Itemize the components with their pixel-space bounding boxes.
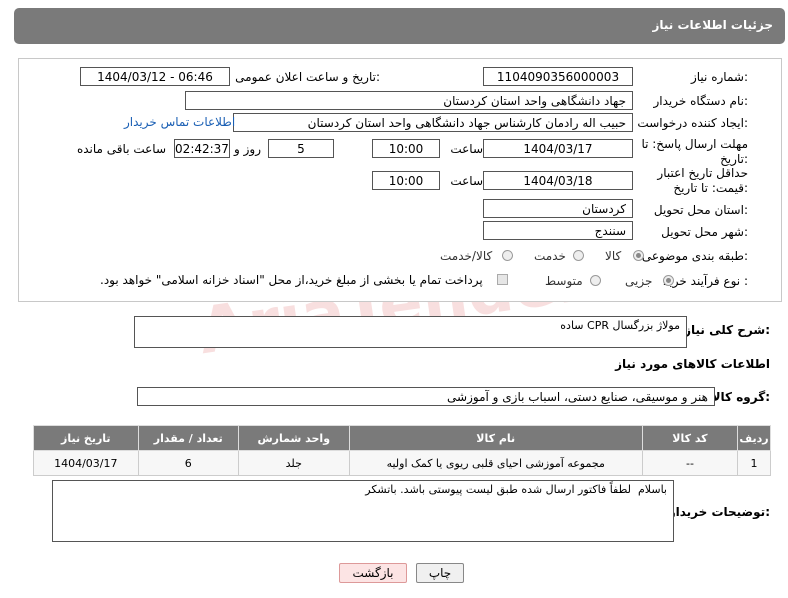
min-price-date-field[interactable]: 1404/03/18 [483, 171, 633, 190]
creator-label: ایجاد کننده درخواست: [637, 116, 748, 130]
need-number-label: شماره نیاز: [690, 70, 748, 84]
table-row[interactable]: 1 -- مجموعه آموزشی احیای قلبی ریوی یا کم… [33, 450, 771, 476]
province-field[interactable]: کردستان [483, 199, 633, 218]
min-price-label: حداقل تاریخ اعتبار قیمت: تا تاریخ: [657, 166, 748, 195]
process-medium-label: متوسط [545, 274, 583, 288]
cell-qty: 6 [137, 450, 240, 476]
print-button[interactable]: چاپ [416, 563, 464, 583]
col-qty: تعداد / مقدار [137, 425, 240, 451]
buyer-org-label: نام دستگاه خریدار: [653, 94, 749, 108]
col-code: کد کالا [641, 425, 739, 451]
category-goods-label: کالا [605, 249, 622, 263]
contact-info-link[interactable]: اطلاعات تماس خریدار [124, 115, 235, 129]
treasury-payment-note: پرداخت تمام یا بخشی از مبلغ خرید،از محل … [100, 273, 483, 287]
category-both-label: کالا/خدمت [440, 249, 493, 263]
process-minor-radio[interactable] [663, 275, 674, 286]
remaining-time-field[interactable]: 02:42:37 [174, 139, 230, 158]
cell-name: مجموعه آموزشی احیای قلبی ریوی یا کمک اول… [348, 450, 643, 476]
deadline-time-field[interactable]: 10:00 [372, 139, 440, 158]
remaining-label: ساعت باقی مانده [76, 142, 166, 156]
cell-code: -- [641, 450, 739, 476]
treasury-payment-checkbox[interactable] [497, 274, 508, 285]
process-label: نوع فرآیند خرید : [663, 274, 748, 288]
description-textarea[interactable]: مولاژ بزرگسال CPR ساده [134, 316, 687, 348]
category-both-radio[interactable] [502, 250, 513, 261]
process-minor-label: جزیی [625, 274, 653, 288]
col-unit: واحد شمارش [238, 425, 350, 451]
category-service-radio[interactable] [573, 250, 584, 261]
items-table: ردیف کد کالا نام کالا واحد شمارش تعداد /… [33, 425, 771, 476]
announce-field[interactable]: 1404/03/12 - 06:46 [80, 67, 230, 86]
cell-date: 1404/03/17 [33, 450, 139, 476]
category-service-label: خدمت [534, 249, 566, 263]
page-header: جزئیات اطلاعات نیاز [14, 8, 785, 44]
cell-row: 1 [737, 450, 771, 476]
province-label: استان محل تحویل: [653, 203, 748, 217]
back-button[interactable]: بازگشت [339, 563, 407, 583]
table-header-row: ردیف کد کالا نام کالا واحد شمارش تعداد /… [33, 425, 771, 451]
days-label: روز و [234, 142, 261, 156]
buyer-org-field[interactable]: جهاد دانشگاهی واحد استان کردستان [185, 91, 633, 110]
goods-group-label: گروه کالا: [711, 390, 770, 404]
process-medium-radio[interactable] [590, 275, 601, 286]
announce-label: تاریخ و ساعت اعلان عمومی: [235, 70, 380, 84]
col-row: ردیف [737, 425, 771, 451]
min-price-time-field[interactable]: 10:00 [372, 171, 440, 190]
description-label: شرح کلی نیاز: [684, 323, 770, 337]
cell-unit: جلد [238, 450, 350, 476]
goods-group-field[interactable]: هنر و موسیقی، صنایع دستی، اسباب بازی و آ… [137, 387, 715, 406]
category-goods-radio[interactable] [633, 250, 644, 261]
buyer-notes-label: توضیحات خریدار: [668, 505, 770, 519]
need-number-field[interactable]: 1104090356000003 [483, 67, 633, 86]
col-name: نام کالا [348, 425, 643, 451]
deadline-time-label: ساعت [450, 142, 483, 156]
deadline-date-field[interactable]: 1404/03/17 [483, 139, 633, 158]
city-label: شهر محل تحویل: [661, 225, 748, 239]
city-field[interactable]: سنندج [483, 221, 633, 240]
category-label: طبقه بندی موضوعی: [641, 249, 748, 263]
goods-info-title: اطلاعات کالاهای مورد نیاز [615, 357, 770, 371]
buyer-notes-textarea[interactable]: باسلام لطفاً فاکتور ارسال شده طبق لیست پ… [52, 480, 674, 542]
deadline-label: مهلت ارسال پاسخ: تا تاریخ: [641, 137, 748, 166]
page-title: جزئیات اطلاعات نیاز [652, 18, 773, 32]
days-field[interactable]: 5 [268, 139, 334, 158]
col-date: تاریخ نیاز [33, 425, 139, 451]
creator-field[interactable]: حبیب اله رادمان کارشناس جهاد دانشگاهی وا… [233, 113, 633, 132]
min-price-time-label: ساعت [450, 174, 483, 188]
